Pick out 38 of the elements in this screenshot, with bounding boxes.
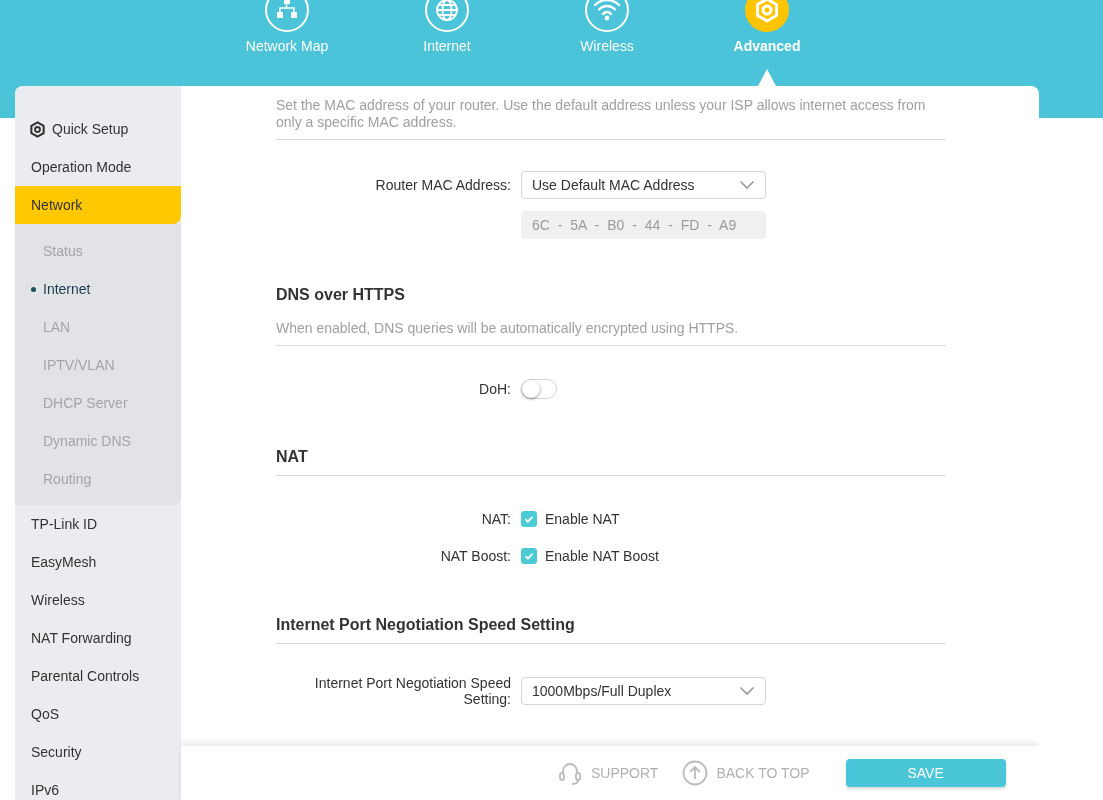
mac-description: Set the MAC address of your router. Use the default address unless your ISP allows internet access from only a specific MAC address.	[276, 97, 927, 131]
doh-toggle[interactable]	[521, 379, 557, 399]
field-label: NAT:	[480, 511, 512, 527]
field-label: DoH:	[478, 381, 512, 397]
wifi-icon	[585, 0, 629, 32]
sidebar-item[interactable]: QoS	[15, 695, 181, 733]
field-label: Internet Port Negotiation Speed Setting:	[313, 675, 512, 707]
headset-icon	[557, 760, 583, 786]
chevron-icon	[739, 686, 755, 696]
globe-icon	[425, 0, 469, 32]
gear-icon	[745, 0, 789, 32]
gear-icon	[29, 120, 46, 138]
sidebar-item[interactable]: Network	[15, 186, 181, 224]
sidebar-item[interactable]: NAT Forwarding	[15, 619, 181, 657]
chevron-icon	[739, 180, 755, 190]
checkbox-label: Enable NAT Boost	[545, 548, 659, 564]
sidebar-item[interactable]: Wireless	[15, 581, 181, 619]
section-title: Internet Port Negotiation Speed Setting	[276, 615, 576, 635]
sidebar-item[interactable]: EasyMesh	[15, 543, 181, 581]
checkbox-label: Enable NAT	[545, 511, 620, 527]
field-label: NAT Boost:	[439, 548, 512, 564]
dns-description: When enabled, DNS queries will be automatically encrypted using HTTPS.	[276, 320, 740, 337]
speed-dropdown[interactable]: 1000Mbps/Full Duplex	[521, 677, 766, 705]
sidebar-item[interactable]: Quick Setup	[15, 110, 181, 148]
checkbox[interactable]	[521, 511, 537, 527]
sidebar-item[interactable]: IPv6	[15, 771, 181, 800]
network-map-icon	[265, 0, 309, 32]
sidebar-subitem[interactable]: Internet	[15, 270, 181, 308]
checkbox[interactable]	[521, 548, 537, 564]
section-title: NAT	[276, 447, 309, 467]
mac-dropdown[interactable]: Use Default MAC Address	[521, 171, 766, 199]
mac-address-field: 6C - 5A - B0 - 44 - FD - A9	[521, 211, 766, 239]
section-title: DNS over HTTPS	[276, 285, 406, 305]
sidebar-item[interactable]: Parental Controls	[15, 657, 181, 695]
sidebar-item[interactable]: Operation Mode	[15, 148, 181, 186]
field-label: Router MAC Address:	[374, 177, 512, 193]
sidebar-item[interactable]: TP-Link ID	[15, 505, 181, 543]
sidebar-item[interactable]: Security	[15, 733, 181, 771]
